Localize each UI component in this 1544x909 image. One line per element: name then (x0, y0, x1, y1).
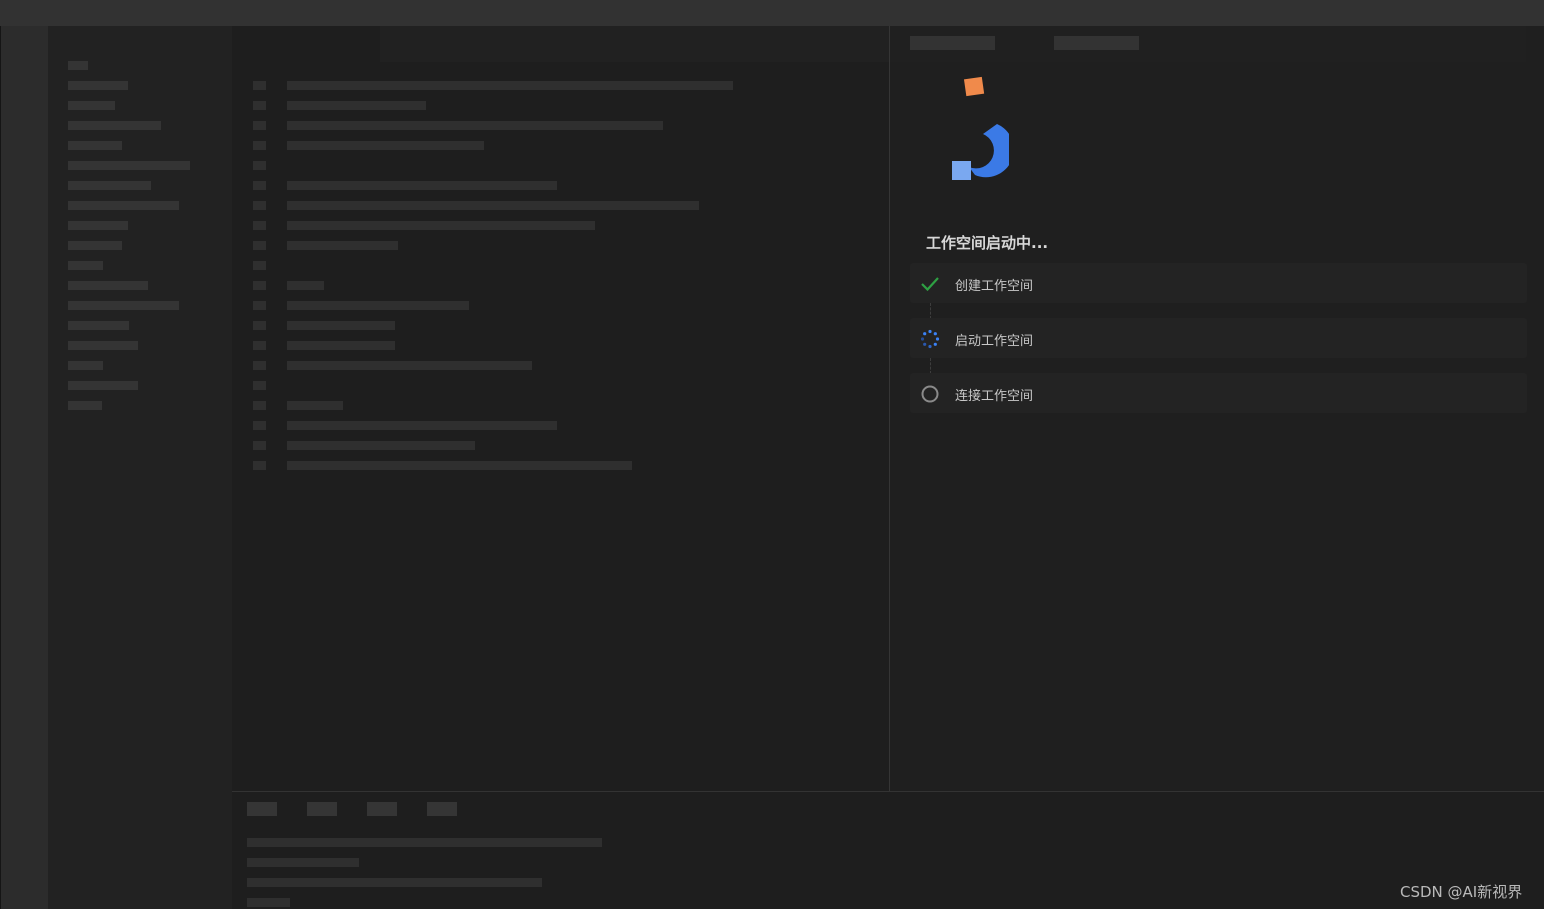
step-create-workspace: 创建工作空间 (910, 263, 1527, 303)
check-icon (920, 274, 940, 294)
code-line (287, 101, 426, 110)
bottom-panel-tab[interactable] (247, 802, 277, 816)
line-number (253, 441, 266, 450)
sidebar-placeholder (68, 241, 122, 250)
line-number (253, 161, 266, 170)
line-number (253, 101, 266, 110)
code-line (287, 401, 343, 410)
step-connector (930, 303, 931, 319)
line-number (253, 381, 266, 390)
line-number (253, 301, 266, 310)
step-connector (930, 358, 931, 374)
sidebar-placeholder (68, 281, 148, 290)
step-start-workspace: 启动工作空间 (910, 318, 1527, 358)
code-line (287, 241, 398, 250)
code-line (287, 81, 733, 90)
code-line (287, 301, 469, 310)
panel-tab[interactable] (1054, 36, 1139, 50)
line-number (253, 461, 266, 470)
sidebar-placeholder (68, 101, 115, 110)
line-number (253, 361, 266, 370)
terminal-line (247, 878, 542, 887)
line-number (253, 121, 266, 130)
spinner-icon (920, 329, 940, 349)
sidebar-placeholder (68, 161, 190, 170)
sidebar-placeholder (68, 81, 128, 90)
line-number (253, 201, 266, 210)
sidebar-placeholder (68, 401, 102, 410)
line-number (253, 401, 266, 410)
bottom-panel-tab[interactable] (427, 802, 457, 816)
line-number (253, 261, 266, 270)
line-number (253, 281, 266, 290)
sidebar-placeholder (68, 121, 161, 130)
watermark: CSDN @AI新视界 (1400, 883, 1523, 901)
line-number (253, 241, 266, 250)
line-number (253, 341, 266, 350)
sidebar-placeholder (68, 201, 179, 210)
code-line (287, 421, 557, 430)
sidebar-placeholder (68, 301, 179, 310)
loader-title: 工作空间启动中... (926, 234, 1049, 252)
terminal-line (247, 838, 602, 847)
sidebar-placeholder (68, 61, 88, 70)
activity-bar (0, 26, 48, 909)
editor-tab[interactable] (232, 26, 380, 62)
sidebar (48, 26, 232, 909)
step-label: 连接工作空间 (955, 389, 1034, 404)
code-line (287, 181, 557, 190)
panel-tab-bar (890, 26, 1526, 62)
line-number (253, 81, 266, 90)
step-connect-workspace: 连接工作空间 (910, 373, 1527, 413)
line-number (253, 321, 266, 330)
line-number (253, 421, 266, 430)
step-label: 创建工作空间 (955, 279, 1034, 294)
code-line (287, 461, 632, 470)
code-line (287, 121, 663, 130)
sidebar-placeholder (68, 221, 128, 230)
line-number (253, 181, 266, 190)
sidebar-placeholder (68, 361, 103, 370)
step-label: 启动工作空间 (955, 334, 1034, 349)
code-line (287, 141, 484, 150)
logo-graphic (952, 76, 1014, 180)
title-bar (0, 0, 1544, 26)
panel-tab[interactable] (910, 36, 995, 50)
code-line (287, 201, 699, 210)
sidebar-placeholder (68, 381, 138, 390)
line-number (253, 221, 266, 230)
sidebar-placeholder (68, 341, 138, 350)
bottom-panel-tab[interactable] (367, 802, 397, 816)
app-logo (945, 72, 1014, 184)
line-number (253, 141, 266, 150)
code-line (287, 441, 475, 450)
code-line (287, 341, 395, 350)
sidebar-placeholder (68, 261, 103, 270)
code-line (287, 221, 595, 230)
bottom-panel-tab[interactable] (307, 802, 337, 816)
sidebar-placeholder (68, 181, 151, 190)
circle-icon (920, 384, 940, 404)
terminal-line (247, 898, 290, 907)
terminal-line (247, 858, 359, 867)
sidebar-placeholder (68, 141, 122, 150)
sidebar-placeholder (68, 321, 129, 330)
code-line (287, 321, 395, 330)
code-line (287, 281, 324, 290)
code-line (287, 361, 532, 370)
